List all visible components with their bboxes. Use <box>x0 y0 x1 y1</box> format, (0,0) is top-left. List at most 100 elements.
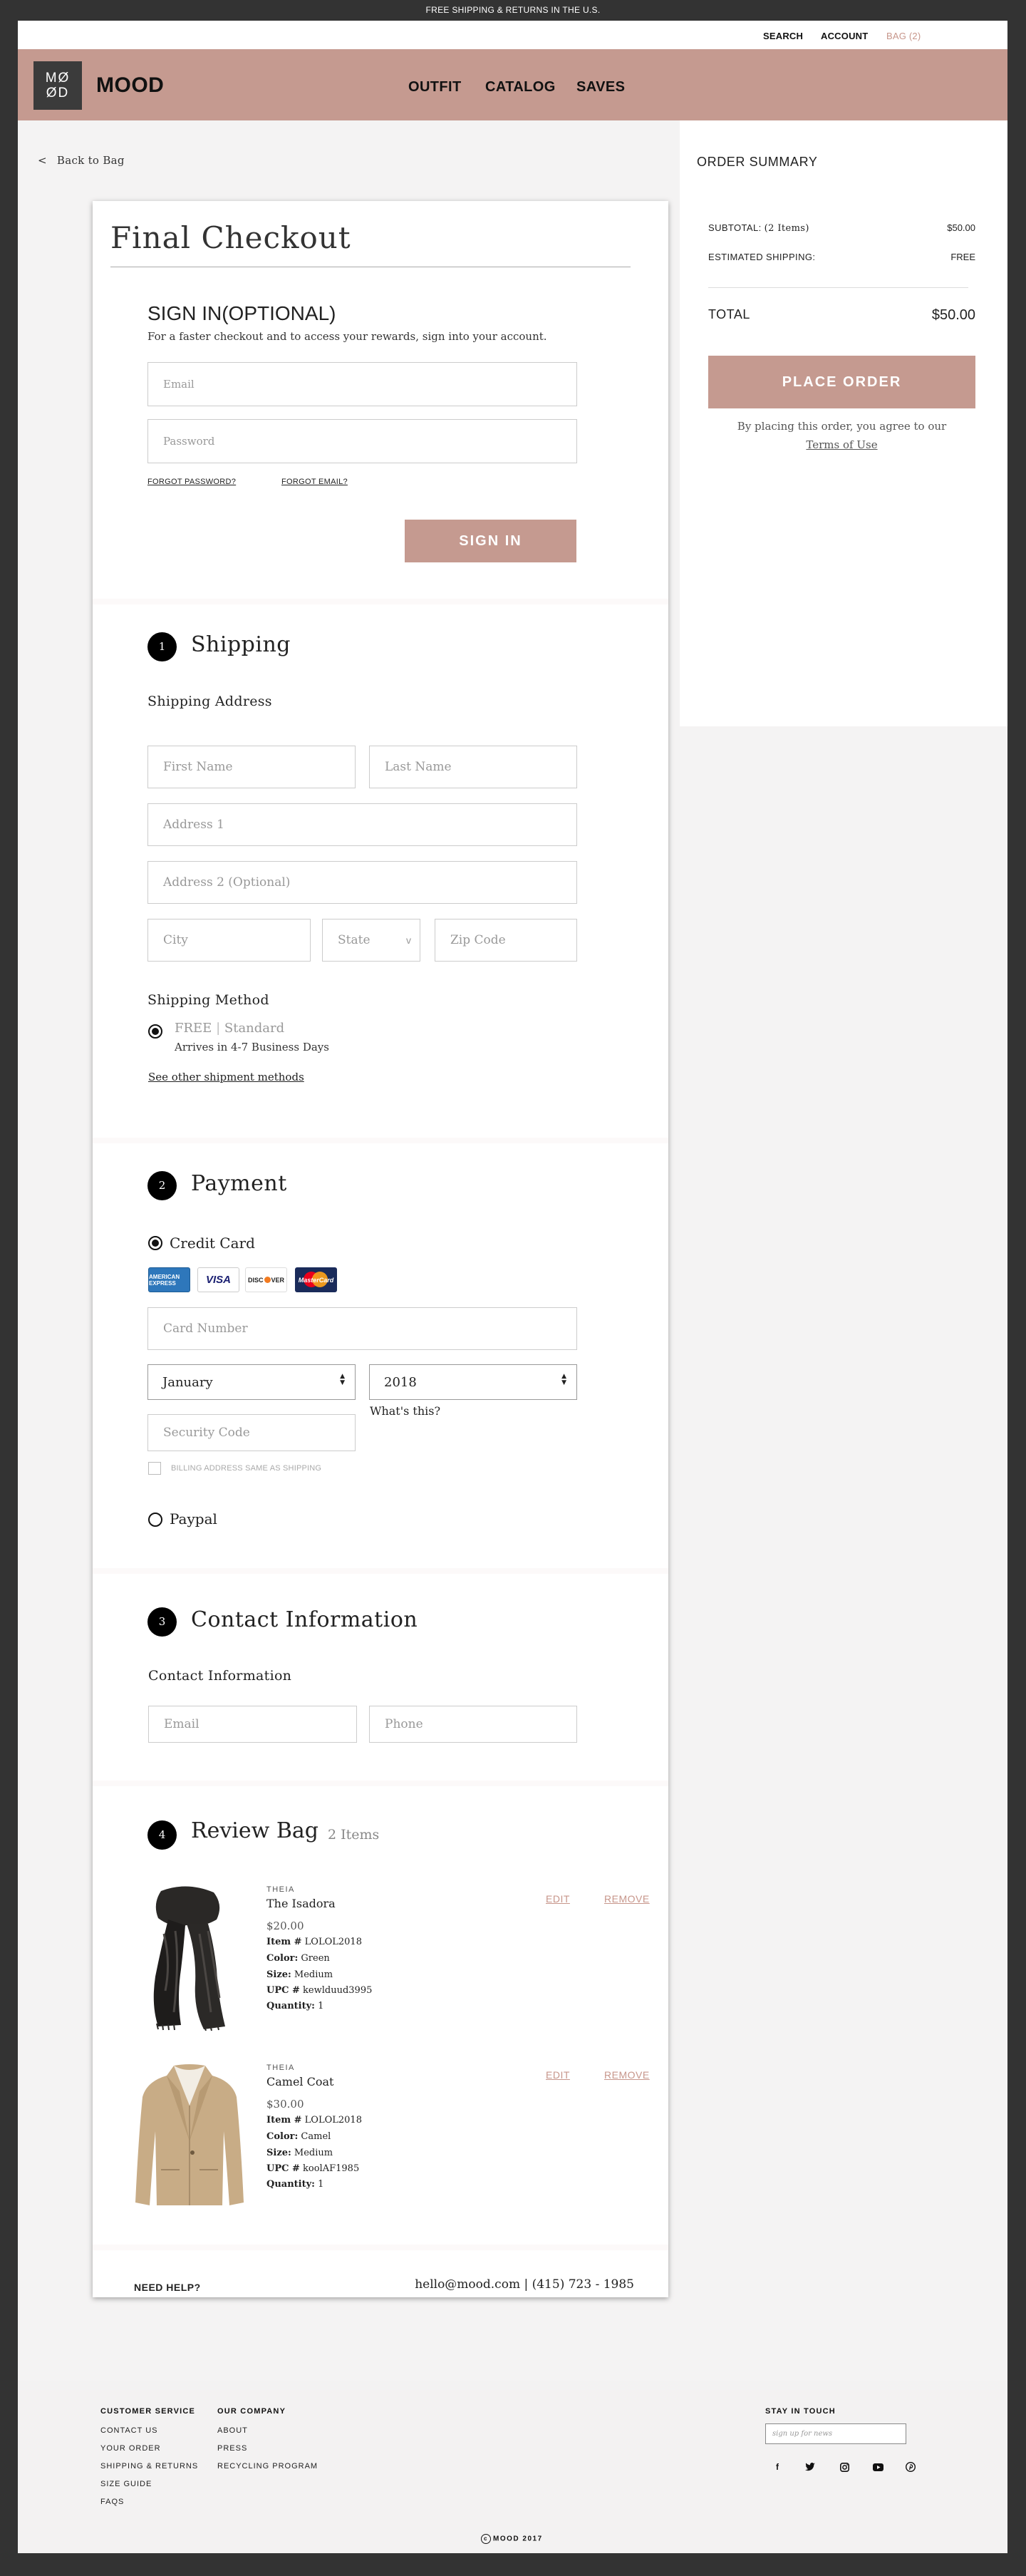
page-frame: SEARCH ACCOUNT BAG (2) MØ ØD MOOD OUTFIT… <box>18 21 1007 2553</box>
bag-link[interactable]: BAG (2) <box>886 31 921 41</box>
shipping-standard-radio[interactable] <box>148 1024 162 1039</box>
search-link[interactable]: SEARCH <box>763 31 803 41</box>
forgot-password-link[interactable]: FORGOT PASSWORD? <box>147 478 236 486</box>
chevron-down-icon: v <box>406 934 411 946</box>
card-number-input[interactable]: Card Number <box>147 1307 577 1350</box>
pinterest-icon[interactable] <box>905 2461 916 2473</box>
discover-text-b: VER <box>271 1276 285 1284</box>
remove-item-link[interactable]: REMOVE <box>604 2069 650 2081</box>
billing-same-label: BILLING ADDRESS SAME AS SHIPPING <box>171 1464 322 1473</box>
other-shipment-methods-link[interactable]: See other shipment methods <box>148 1071 304 1083</box>
signin-email-input[interactable]: Email <box>147 362 577 406</box>
step-2-badge: 2 <box>147 1171 177 1200</box>
footer-link-press[interactable]: PRESS <box>217 2444 247 2453</box>
item-color-label: Color: <box>266 2131 299 2142</box>
expiry-year-value: 2018 <box>384 1374 417 1390</box>
zip-input[interactable]: Zip Code <box>435 919 577 962</box>
footer-link-faqs[interactable]: FAQS <box>100 2498 124 2506</box>
help-phone[interactable]: (415) 723 - 1985 <box>532 2277 634 2292</box>
address1-input[interactable]: Address 1 <box>147 803 577 846</box>
whats-this-link[interactable]: What's this? <box>370 1404 440 1418</box>
summary-title: ORDER SUMMARY <box>697 155 818 169</box>
shipping-address-heading: Shipping Address <box>147 694 272 709</box>
footer-link-about[interactable]: ABOUT <box>217 2426 248 2435</box>
agreement-text: By placing this order, you agree to our … <box>708 417 975 454</box>
subtotal-label: SUBTOTAL: (2 Items) <box>708 222 809 234</box>
state-select[interactable]: State v <box>322 919 420 962</box>
credit-card-radio[interactable] <box>148 1236 162 1250</box>
edit-item-link[interactable]: EDIT <box>546 2069 570 2081</box>
item-upc: UPC # kewlduud3995 <box>266 1985 372 1996</box>
footer-link-recycling[interactable]: RECYCLING PROGRAM <box>217 2462 318 2471</box>
signin-password-input[interactable]: Password <box>147 419 577 463</box>
facebook-icon[interactable]: f <box>772 2461 783 2473</box>
item-sku-label: Item # <box>266 1937 302 1947</box>
shipping-method-heading: Shipping Method <box>147 992 269 1008</box>
chevron-left-icon: < <box>38 154 47 167</box>
checkout-card: Final Checkout SIGN IN(OPTIONAL) For a f… <box>93 201 668 2297</box>
back-label: Back to Bag <box>56 154 125 167</box>
footer-link-size-guide[interactable]: SIZE GUIDE <box>100 2480 152 2488</box>
stay-in-touch-heading: STAY IN TOUCH <box>765 2407 836 2416</box>
expiry-year-select[interactable]: 2018 ▲ ▼ <box>369 1364 577 1400</box>
item-quantity-value: 1 <box>318 2001 324 2011</box>
item-sku-label: Item # <box>266 2115 302 2126</box>
contact-email-input[interactable]: Email <box>148 1706 357 1743</box>
updown-icon: ▲ ▼ <box>561 1373 566 1386</box>
item-sku: Item # LOLOL2018 <box>266 1937 362 1947</box>
section-divider <box>93 1781 668 1786</box>
logo-line-2: ØD <box>46 86 70 101</box>
back-to-bag-link[interactable]: < Back to Bag <box>38 154 125 167</box>
newsletter-input[interactable]: sign up for news <box>765 2423 906 2444</box>
account-link[interactable]: ACCOUNT <box>821 31 868 41</box>
footer-link-your-order[interactable]: YOUR ORDER <box>100 2444 161 2453</box>
address2-input[interactable]: Address 2 (Optional) <box>147 861 577 904</box>
signin-heading: SIGN IN(OPTIONAL) <box>147 302 336 324</box>
contact-phone-input[interactable]: Phone <box>369 1706 577 1743</box>
our-company-heading: OUR COMPANY <box>217 2407 286 2416</box>
subtotal-row: SUBTOTAL: (2 Items) $50.00 <box>708 222 975 234</box>
scarf-product-image[interactable] <box>140 1884 234 2031</box>
summary-divider <box>708 287 968 288</box>
item-quantity: Quantity: 1 <box>266 2179 323 2190</box>
review-item-count: 2 Items <box>328 1827 380 1843</box>
expiry-month-select[interactable]: January ▲ ▼ <box>147 1364 356 1400</box>
item-color-value: Camel <box>301 2131 331 2142</box>
forgot-email-link[interactable]: FORGOT EMAIL? <box>281 478 348 486</box>
signin-button[interactable]: SIGN IN <box>405 520 576 562</box>
coat-product-image[interactable] <box>133 2063 247 2209</box>
paypal-radio[interactable] <box>148 1513 162 1527</box>
terms-of-use-link[interactable]: Terms of Use <box>806 438 877 451</box>
security-code-input[interactable]: Security Code <box>147 1414 356 1451</box>
nav-catalog[interactable]: CATALOG <box>485 79 556 96</box>
twitter-icon[interactable] <box>804 2461 816 2473</box>
shipping-title: Shipping <box>191 632 291 657</box>
item-color-label: Color: <box>266 1953 299 1964</box>
footer-link-contact-us[interactable]: CONTACT US <box>100 2426 158 2435</box>
billing-same-checkbox[interactable] <box>148 1462 161 1475</box>
footer-link-shipping-returns[interactable]: SHIPPING & RETURNS <box>100 2462 198 2471</box>
place-order-button[interactable]: PLACE ORDER <box>708 356 975 408</box>
mastercard-icon: MasterCard <box>295 1267 337 1292</box>
item-brand: THEIA <box>266 1885 295 1894</box>
nav-saves[interactable]: SAVES <box>576 79 625 96</box>
item-size-value: Medium <box>294 1969 333 1980</box>
brand-name[interactable]: MOOD <box>96 73 164 98</box>
nav-outfit[interactable]: OUTFIT <box>408 79 462 96</box>
discover-dot <box>264 1277 271 1283</box>
first-name-input[interactable]: First Name <box>147 746 356 788</box>
item-name[interactable]: The Isadora <box>266 1897 336 1910</box>
contact-title: Contact Information <box>191 1607 418 1632</box>
remove-item-link[interactable]: REMOVE <box>604 1893 650 1905</box>
shipping-value: FREE <box>950 252 975 262</box>
city-input[interactable]: City <box>147 919 311 962</box>
copyright: c MOOD 2017 <box>481 2534 543 2544</box>
instagram-icon[interactable] <box>839 2461 850 2473</box>
edit-item-link[interactable]: EDIT <box>546 1893 570 1905</box>
item-name[interactable]: Camel Coat <box>266 2075 333 2088</box>
youtube-icon[interactable] <box>872 2461 884 2473</box>
last-name-input[interactable]: Last Name <box>369 746 577 788</box>
logo[interactable]: MØ ØD <box>33 61 82 110</box>
help-email-link[interactable]: hello@mood.com <box>415 2277 520 2292</box>
item-quantity: Quantity: 1 <box>266 2001 323 2011</box>
